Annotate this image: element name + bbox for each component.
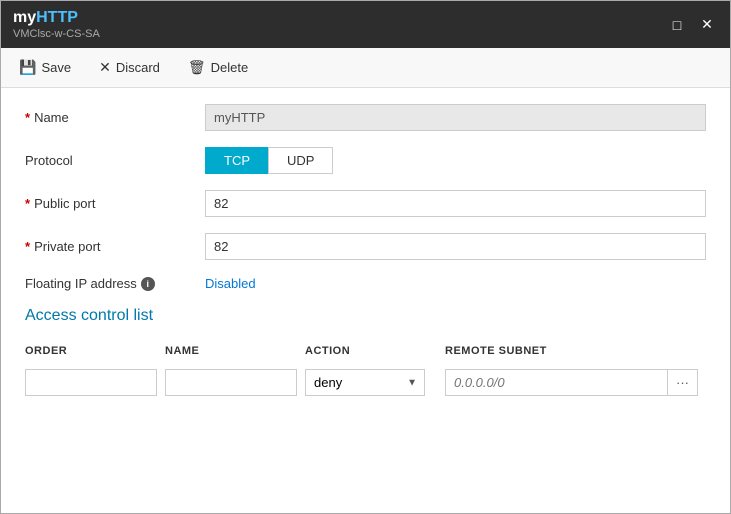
window-subtitle: VMClsc-w-CS-SA [13, 28, 100, 40]
floating-ip-label: Floating IP address i [25, 276, 205, 291]
private-port-label: * Private port [25, 239, 205, 254]
remote-subnet-cell: ··· [445, 365, 706, 400]
name-required-star: * [25, 110, 30, 125]
public-port-star: * [25, 196, 30, 211]
discard-button[interactable]: ✕ Discard [93, 56, 166, 79]
title-bar-left: myHTTP VMClsc-w-CS-SA [13, 9, 100, 40]
name-row: * Name [25, 104, 706, 131]
floating-ip-value: Disabled [205, 276, 256, 291]
title-bar-controls: □ ✕ [666, 14, 718, 36]
remote-subnet-dots-button[interactable]: ··· [668, 369, 698, 396]
private-port-wrapper [205, 233, 706, 260]
public-port-wrapper [205, 190, 706, 217]
acl-name-input[interactable] [165, 369, 297, 396]
window-title: myHTTP [13, 9, 100, 27]
private-port-star: * [25, 239, 30, 254]
delete-icon: 🗑 [188, 59, 206, 76]
name-cell [165, 365, 305, 400]
delete-button[interactable]: 🗑 Delete [182, 56, 254, 79]
col-name: NAME [165, 341, 305, 365]
save-button[interactable]: 💾 Save [13, 56, 77, 79]
main-window: myHTTP VMClsc-w-CS-SA □ ✕ 💾 Save ✕ Disca… [0, 0, 731, 514]
acl-header-row: ORDER NAME ACTION REMOTE SUBNET [25, 341, 706, 365]
order-cell [25, 365, 165, 400]
title-bar: myHTTP VMClsc-w-CS-SA □ ✕ [1, 1, 730, 48]
toolbar: 💾 Save ✕ Discard 🗑 Delete [1, 48, 730, 88]
public-port-label: * Public port [25, 196, 205, 211]
name-field-wrapper [205, 104, 706, 131]
title-my: my [13, 9, 36, 26]
floating-ip-row: Floating IP address i Disabled [25, 276, 706, 291]
name-label: * Name [25, 110, 205, 125]
action-select-wrapper: deny allow ▼ [305, 369, 425, 396]
protocol-row: Protocol TCP UDP [25, 147, 706, 174]
remote-subnet-input[interactable] [445, 369, 668, 396]
col-order: ORDER [25, 341, 165, 365]
content-area: * Name Protocol TCP UDP * Public [1, 88, 730, 513]
protocol-label: Protocol [25, 153, 205, 168]
col-action: ACTION [305, 341, 445, 365]
acl-section-title: Access control list [25, 307, 706, 325]
col-remote-subnet: REMOTE SUBNET [445, 341, 706, 365]
title-http: HTTP [36, 9, 78, 26]
public-port-row: * Public port [25, 190, 706, 217]
remote-subnet-wrapper: ··· [445, 369, 698, 396]
udp-button[interactable]: UDP [268, 147, 333, 174]
order-input[interactable] [25, 369, 157, 396]
private-port-input[interactable] [205, 233, 706, 260]
minimize-button[interactable]: □ [666, 14, 688, 36]
tcp-button[interactable]: TCP [205, 147, 268, 174]
public-port-input[interactable] [205, 190, 706, 217]
delete-label: Delete [211, 60, 249, 75]
save-label: Save [41, 60, 71, 75]
action-cell: deny allow ▼ [305, 365, 445, 400]
discard-label: Discard [116, 60, 160, 75]
table-row: deny allow ▼ ··· [25, 365, 706, 400]
name-input[interactable] [205, 104, 706, 131]
save-icon: 💾 [19, 59, 36, 76]
floating-ip-info-icon[interactable]: i [141, 277, 155, 291]
protocol-group: TCP UDP [205, 147, 706, 174]
floating-ip-value-wrapper: Disabled [205, 276, 706, 291]
private-port-row: * Private port [25, 233, 706, 260]
acl-table: ORDER NAME ACTION REMOTE SUBNET [25, 341, 706, 400]
discard-icon: ✕ [99, 59, 111, 76]
action-select[interactable]: deny allow [305, 369, 425, 396]
close-button[interactable]: ✕ [696, 14, 718, 36]
